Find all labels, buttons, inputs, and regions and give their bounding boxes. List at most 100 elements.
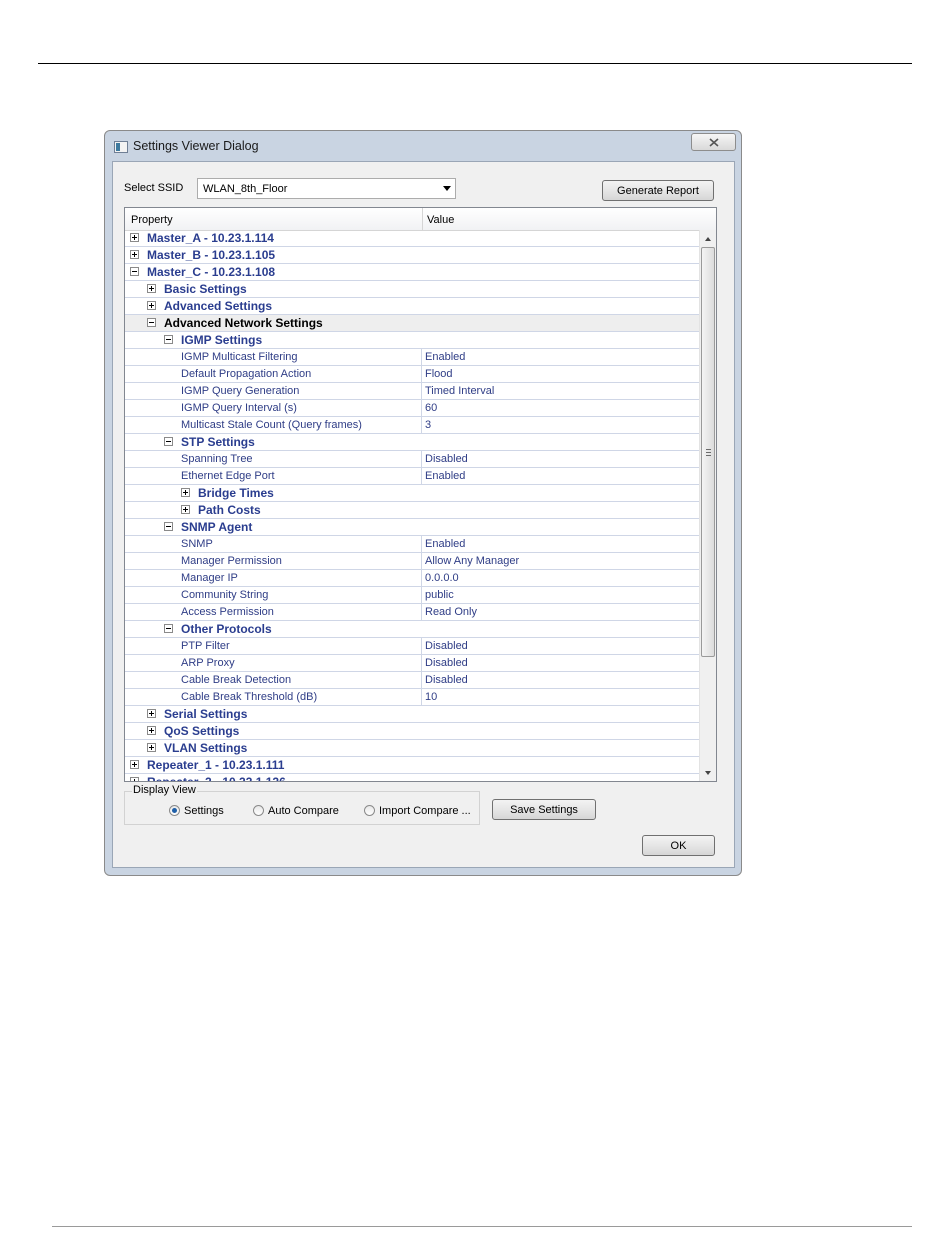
property-value[interactable]: Flood xyxy=(425,368,453,380)
tree-node-row[interactable]: Repeater_1 - 10.23.1.111 xyxy=(125,757,700,774)
collapse-minus-icon[interactable] xyxy=(164,624,173,633)
cell-divider xyxy=(421,638,422,654)
property-value[interactable]: Disabled xyxy=(425,657,468,669)
property-value[interactable]: 60 xyxy=(425,402,437,414)
tree-node-row[interactable]: Other Protocols xyxy=(125,621,700,638)
collapse-minus-icon[interactable] xyxy=(130,267,139,276)
radio-button-icon[interactable] xyxy=(364,805,375,816)
property-name: Multicast Stale Count (Query frames) xyxy=(181,419,362,431)
tree-node-row[interactable]: QoS Settings xyxy=(125,723,700,740)
column-divider[interactable] xyxy=(422,208,423,230)
property-row[interactable]: IGMP Multicast Filtering Enabled xyxy=(125,349,700,366)
expand-plus-icon[interactable] xyxy=(130,250,139,259)
property-value[interactable]: public xyxy=(425,589,454,601)
property-row[interactable]: ARP Proxy Disabled xyxy=(125,655,700,672)
cell-divider xyxy=(421,587,422,603)
property-name: SNMP xyxy=(181,538,213,550)
scroll-thumb[interactable] xyxy=(701,247,715,657)
column-header-value[interactable]: Value xyxy=(427,214,454,226)
collapse-minus-icon[interactable] xyxy=(164,437,173,446)
close-button[interactable] xyxy=(691,133,736,151)
ssid-dropdown[interactable]: WLAN_8th_Floor xyxy=(197,178,456,199)
property-name: IGMP Query Interval (s) xyxy=(181,402,297,414)
property-value[interactable]: Timed Interval xyxy=(425,385,494,397)
property-value[interactable]: Enabled xyxy=(425,351,465,363)
property-row[interactable]: PTP Filter Disabled xyxy=(125,638,700,655)
property-grid[interactable]: Property Value Master_A - 10.23.1.114 Mas… xyxy=(124,207,717,782)
tree-node-row[interactable]: Serial Settings xyxy=(125,706,700,723)
property-value[interactable]: Read Only xyxy=(425,606,477,618)
tree-node-row[interactable]: Path Costs xyxy=(125,502,700,519)
property-row[interactable]: Spanning Tree Disabled xyxy=(125,451,700,468)
tree-node-label: Master_C - 10.23.1.108 xyxy=(147,265,276,279)
tree-node-row[interactable]: Master_C - 10.23.1.108 xyxy=(125,264,700,281)
expand-plus-icon[interactable] xyxy=(147,284,156,293)
property-value[interactable]: Enabled xyxy=(425,470,465,482)
cell-divider xyxy=(421,553,422,569)
cell-divider xyxy=(421,383,422,399)
generate-report-button[interactable]: Generate Report xyxy=(602,180,714,201)
tree-node-row[interactable]: Basic Settings xyxy=(125,281,700,298)
tree-node-row[interactable]: Master_A - 10.23.1.114 xyxy=(125,230,700,247)
property-row[interactable]: IGMP Query Generation Timed Interval xyxy=(125,383,700,400)
grid-rows: Master_A - 10.23.1.114 Master_B - 10.23.1… xyxy=(125,230,700,781)
property-value[interactable]: Disabled xyxy=(425,674,468,686)
dropdown-arrow-icon xyxy=(443,186,451,191)
expand-plus-icon[interactable] xyxy=(181,505,190,514)
cell-divider xyxy=(421,468,422,484)
property-value[interactable]: 0.0.0.0 xyxy=(425,572,459,584)
tree-node-row[interactable]: IGMP Settings xyxy=(125,332,700,349)
property-row[interactable]: Access Permission Read Only xyxy=(125,604,700,621)
property-name: Community String xyxy=(181,589,269,601)
tree-node-row[interactable]: Advanced Settings xyxy=(125,298,700,315)
property-row[interactable]: SNMP Enabled xyxy=(125,536,700,553)
property-row[interactable]: Manager Permission Allow Any Manager xyxy=(125,553,700,570)
scroll-up-button[interactable] xyxy=(700,230,716,247)
vertical-scrollbar[interactable] xyxy=(699,230,716,781)
property-row[interactable]: Multicast Stale Count (Query frames) 3 xyxy=(125,417,700,434)
cell-divider xyxy=(421,672,422,688)
property-value[interactable]: Disabled xyxy=(425,453,468,465)
expand-plus-icon[interactable] xyxy=(130,760,139,769)
expand-plus-icon[interactable] xyxy=(147,301,156,310)
radio-button-icon[interactable] xyxy=(169,805,180,816)
property-value[interactable]: Disabled xyxy=(425,640,468,652)
property-value[interactable]: Allow Any Manager xyxy=(425,555,519,567)
cell-divider xyxy=(421,451,422,467)
property-value[interactable]: 3 xyxy=(425,419,431,431)
property-value[interactable]: Enabled xyxy=(425,538,465,550)
property-value[interactable]: 10 xyxy=(425,691,437,703)
property-row[interactable]: Community String public xyxy=(125,587,700,604)
property-row[interactable]: IGMP Query Interval (s) 60 xyxy=(125,400,700,417)
title-bar[interactable]: Settings Viewer Dialog xyxy=(105,131,741,161)
settings-viewer-dialog: Settings Viewer Dialog Select SSID WLAN_… xyxy=(104,130,742,876)
tree-node-label: Master_B - 10.23.1.105 xyxy=(147,248,276,262)
tree-node-row[interactable]: Repeater_2 - 10.23.1.126 xyxy=(125,774,700,781)
expand-plus-icon[interactable] xyxy=(147,743,156,752)
tree-node-row[interactable]: Master_B - 10.23.1.105 xyxy=(125,247,700,264)
property-row[interactable]: Ethernet Edge Port Enabled xyxy=(125,468,700,485)
ok-button[interactable]: OK xyxy=(642,835,715,856)
tree-node-row[interactable]: VLAN Settings xyxy=(125,740,700,757)
property-row[interactable]: Manager IP 0.0.0.0 xyxy=(125,570,700,587)
expand-plus-icon[interactable] xyxy=(147,726,156,735)
ssid-selected-value: WLAN_8th_Floor xyxy=(203,183,288,195)
property-row[interactable]: Cable Break Threshold (dB) 10 xyxy=(125,689,700,706)
tree-node-row[interactable]: Advanced Network Settings xyxy=(125,315,700,332)
radio-button-icon[interactable] xyxy=(253,805,264,816)
expand-plus-icon[interactable] xyxy=(147,709,156,718)
scroll-down-button[interactable] xyxy=(700,764,716,781)
tree-node-row[interactable]: SNMP Agent xyxy=(125,519,700,536)
property-row[interactable]: Default Propagation Action Flood xyxy=(125,366,700,383)
property-row[interactable]: Cable Break Detection Disabled xyxy=(125,672,700,689)
expand-plus-icon[interactable] xyxy=(181,488,190,497)
expand-plus-icon[interactable] xyxy=(130,233,139,242)
expand-plus-icon[interactable] xyxy=(130,777,139,781)
collapse-minus-icon[interactable] xyxy=(164,522,173,531)
tree-node-row[interactable]: STP Settings xyxy=(125,434,700,451)
column-header-property[interactable]: Property xyxy=(131,214,173,226)
collapse-minus-icon[interactable] xyxy=(147,318,156,327)
save-settings-button[interactable]: Save Settings xyxy=(492,799,596,820)
collapse-minus-icon[interactable] xyxy=(164,335,173,344)
tree-node-row[interactable]: Bridge Times xyxy=(125,485,700,502)
